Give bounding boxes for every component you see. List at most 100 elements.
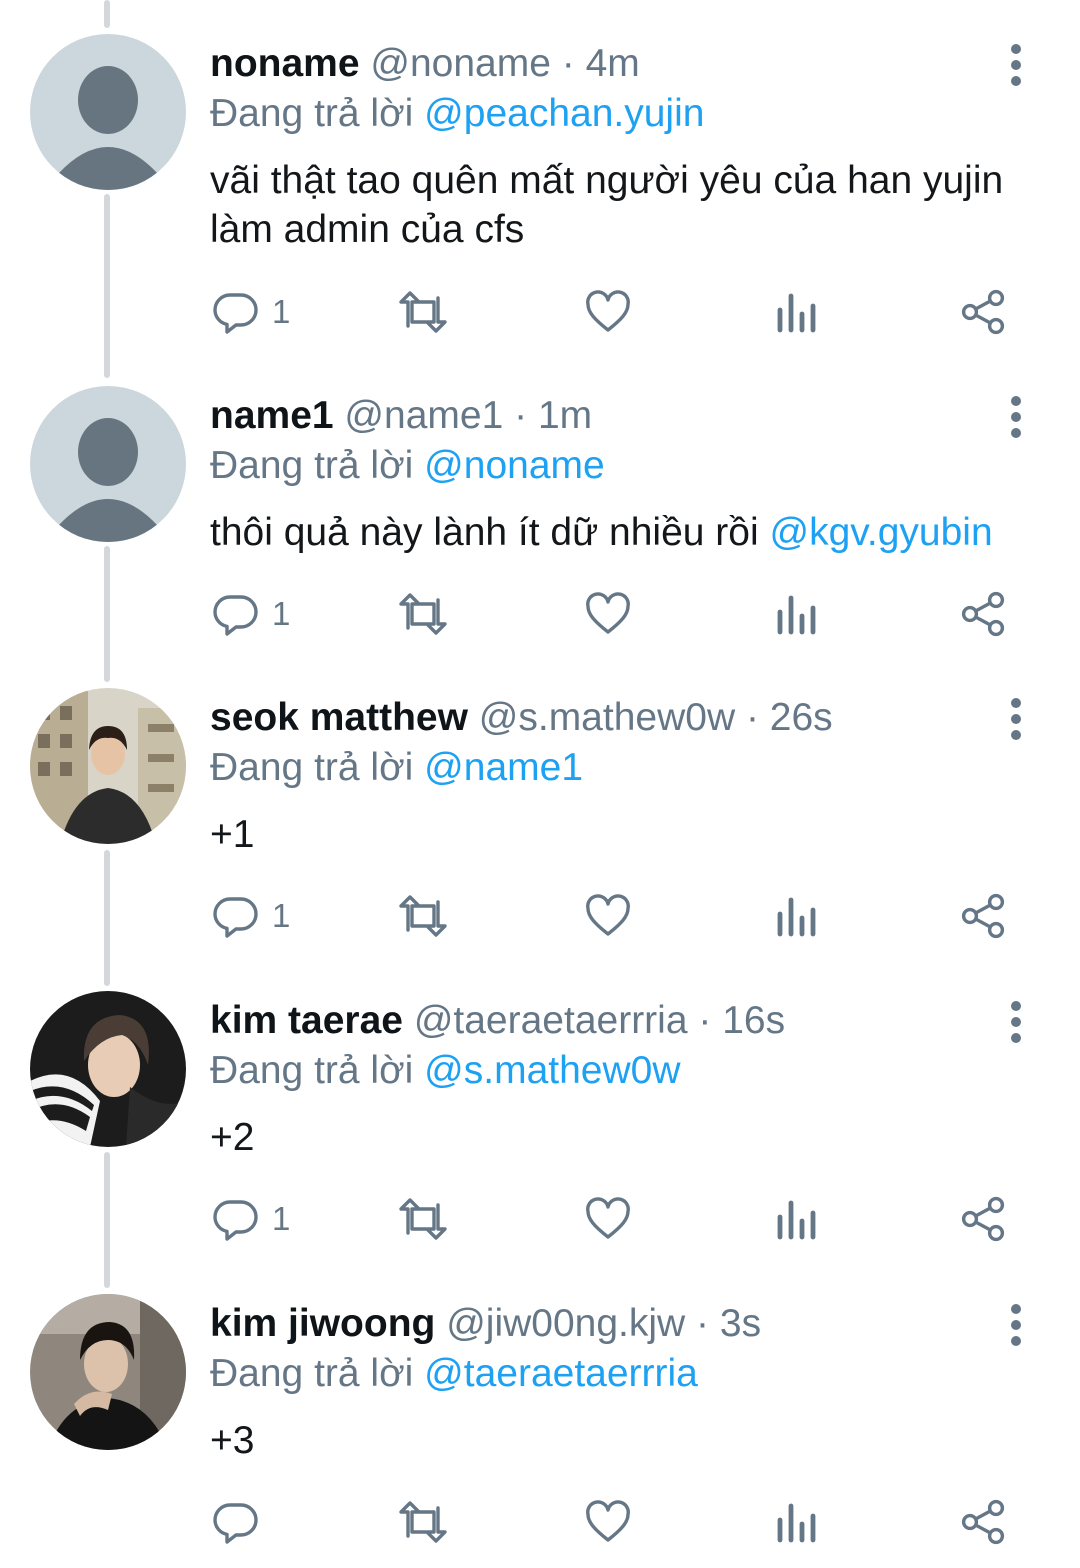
views-button[interactable]: [774, 1189, 818, 1249]
more-options-button[interactable]: [996, 997, 1036, 1047]
like-button[interactable]: [584, 1492, 632, 1552]
reply-icon: [213, 293, 258, 334]
action-bar: 1: [0, 282, 1080, 342]
mention-link[interactable]: @kgv.gyubin: [769, 511, 992, 554]
more-options-button[interactable]: [996, 1300, 1036, 1350]
avatar[interactable]: [30, 991, 186, 1147]
default-avatar-icon: [30, 34, 186, 190]
heart-icon: [586, 592, 630, 634]
display-name[interactable]: seok matthew: [210, 696, 468, 739]
timestamp[interactable]: 4m: [586, 42, 640, 85]
retweet-icon: [399, 291, 447, 333]
views-button[interactable]: [774, 1492, 818, 1552]
retweet-button[interactable]: [396, 282, 450, 342]
analytics-icon: [777, 1200, 816, 1240]
reply-count: 1: [272, 1200, 291, 1237]
display-name[interactable]: name1: [210, 394, 334, 437]
separator-dot: ·: [561, 42, 575, 85]
tweet-text-content: +2: [210, 1116, 255, 1159]
separator-dot: ·: [745, 696, 759, 739]
reply-count: 1: [272, 897, 291, 934]
retweet-icon: [399, 895, 447, 937]
more-options-button[interactable]: [996, 694, 1036, 744]
like-button[interactable]: [584, 584, 632, 644]
analytics-icon: [777, 293, 816, 333]
replying-to-link[interactable]: @noname: [424, 444, 605, 487]
more-icon: [1011, 44, 1021, 86]
share-button[interactable]: [960, 584, 1006, 644]
retweet-button[interactable]: [396, 1492, 450, 1552]
user-handle[interactable]: @name1: [344, 394, 503, 437]
user-handle[interactable]: @taeraetaerrria: [414, 999, 688, 1042]
analytics-icon: [777, 595, 816, 635]
views-button[interactable]: [774, 584, 818, 644]
reply-count: 1: [272, 293, 291, 330]
reply-button[interactable]: [212, 1492, 272, 1552]
tweet-text: vãi thật tao quên mất người yêu của han …: [210, 156, 1050, 254]
reply-button[interactable]: 1: [212, 282, 290, 342]
reply-icon: [213, 1503, 258, 1544]
reply-count: 1: [272, 595, 291, 632]
timestamp[interactable]: 26s: [770, 696, 833, 739]
timestamp[interactable]: 1m: [538, 394, 592, 437]
heart-icon: [586, 1197, 630, 1239]
replying-label: Đang trả lời: [210, 746, 414, 789]
views-button[interactable]: [774, 886, 818, 946]
display-name[interactable]: noname: [210, 42, 360, 85]
reply-button[interactable]: 1: [212, 1189, 290, 1249]
share-button[interactable]: [960, 886, 1006, 946]
reply-button[interactable]: 1: [212, 886, 290, 946]
analytics-icon: [777, 897, 816, 937]
action-bar: [0, 1492, 1080, 1552]
avatar[interactable]: [30, 386, 186, 542]
display-name[interactable]: kim jiwoong: [210, 1302, 435, 1345]
reply-button[interactable]: 1: [212, 584, 290, 644]
replying-to-link[interactable]: @s.mathew0w: [424, 1049, 680, 1092]
retweet-icon: [399, 593, 447, 635]
action-bar: 1: [0, 886, 1080, 946]
avatar[interactable]: [30, 688, 186, 844]
like-button[interactable]: [584, 886, 632, 946]
retweet-button[interactable]: [396, 886, 450, 946]
tweet-text: +3: [210, 1416, 1050, 1465]
replying-to: Đang trả lời @noname: [210, 444, 605, 488]
replying-to-link[interactable]: @peachan.yujin: [424, 92, 704, 135]
heart-icon: [586, 894, 630, 936]
action-bar: 1: [0, 584, 1080, 644]
avatar[interactable]: [30, 34, 186, 190]
share-button[interactable]: [960, 1189, 1006, 1249]
user-handle[interactable]: @noname: [370, 42, 551, 85]
more-icon: [1011, 698, 1021, 740]
retweet-button[interactable]: [396, 584, 450, 644]
tweet-text-content: vãi thật tao quên mất người yêu của han …: [210, 159, 1004, 251]
avatar[interactable]: [30, 1294, 186, 1450]
tweet-text-content: thôi quả này lành ít dữ nhiều rồi: [210, 511, 770, 554]
replying-to: Đang trả lời @peachan.yujin: [210, 92, 704, 136]
retweet-icon: [399, 1198, 447, 1240]
views-button[interactable]: [774, 282, 818, 342]
timestamp[interactable]: 3s: [720, 1302, 761, 1345]
display-name[interactable]: kim taerae: [210, 999, 403, 1042]
replying-to-link[interactable]: @taeraetaerrria: [424, 1352, 698, 1395]
tweet-header: kim taerae @taeraetaerrria · 16s: [210, 999, 785, 1043]
share-icon: [961, 893, 1005, 939]
share-icon: [961, 1499, 1005, 1545]
replying-label: Đang trả lời: [210, 1352, 414, 1395]
share-button[interactable]: [960, 282, 1006, 342]
replying-label: Đang trả lời: [210, 444, 414, 487]
retweet-button[interactable]: [396, 1189, 450, 1249]
default-avatar-icon: [30, 386, 186, 542]
user-handle[interactable]: @s.mathew0w: [479, 696, 735, 739]
timestamp[interactable]: 16s: [722, 999, 785, 1042]
tweet-text: +1: [210, 810, 1050, 859]
heart-icon: [586, 1500, 630, 1542]
user-handle[interactable]: @jiw00ng.kjw: [446, 1302, 685, 1345]
replying-to-link[interactable]: @name1: [424, 746, 583, 789]
like-button[interactable]: [584, 1189, 632, 1249]
share-button[interactable]: [960, 1492, 1006, 1552]
more-options-button[interactable]: [996, 40, 1036, 90]
analytics-icon: [777, 1503, 816, 1543]
reply-icon: [213, 897, 258, 938]
more-options-button[interactable]: [996, 392, 1036, 442]
like-button[interactable]: [584, 282, 632, 342]
